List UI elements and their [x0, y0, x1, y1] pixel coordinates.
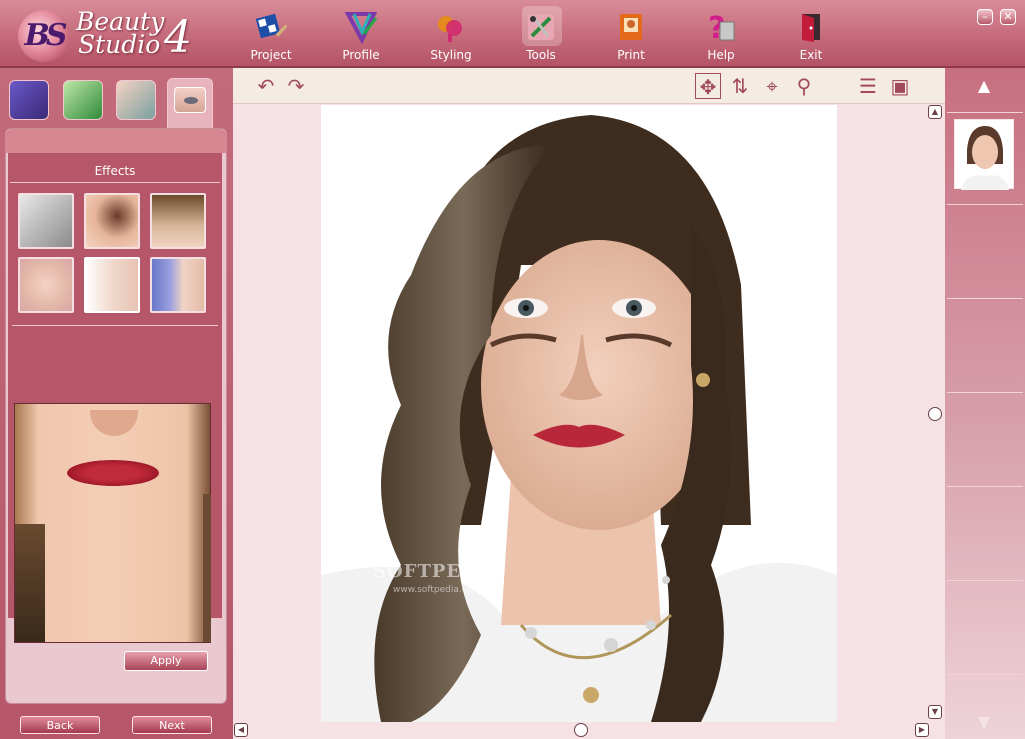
nav-help[interactable]: ? Help	[686, 4, 756, 64]
undo-icon[interactable]: ↶	[253, 73, 279, 99]
history-down-icon[interactable]: ▼	[969, 712, 999, 732]
scroll-right-icon[interactable]: ▶	[915, 723, 929, 737]
brush-icon[interactable]	[63, 80, 103, 120]
next-button[interactable]: Next	[132, 716, 212, 734]
profile-icon	[344, 12, 378, 44]
target-icon[interactable]: ⌖	[759, 73, 785, 99]
styling-icon	[438, 16, 462, 42]
editor-area: ↶ ↷ ✥ ⇅ ⌖ ⚲ ☰ ▣ SOFTPEDIA www.softpedia.…	[233, 68, 945, 739]
nav-project[interactable]: Project	[236, 4, 306, 64]
vertical-scrollbar[interactable]: ▲ ▼	[927, 105, 943, 723]
nav-tools[interactable]: Tools	[506, 4, 576, 64]
nav-profile[interactable]: Profile	[326, 4, 396, 64]
effect-thumb-mosaic[interactable]	[84, 193, 140, 249]
menu-icon[interactable]: ☰	[855, 73, 881, 99]
horizontal-scrollbar[interactable]: ◀ ▶	[233, 722, 929, 738]
divider	[12, 325, 218, 326]
app-logo: BS Beauty Studio 4	[8, 4, 198, 64]
nav-exit[interactable]: Exit	[776, 4, 846, 64]
comb-icon[interactable]	[9, 80, 49, 120]
nav-print[interactable]: Print	[596, 4, 666, 64]
photo-canvas[interactable]: SOFTPEDIA www.softpedia.com	[321, 105, 837, 722]
camera-icon[interactable]: ▣	[887, 73, 913, 99]
effect-thumb-grayscale[interactable]	[18, 193, 74, 249]
editor-toolbar: ↶ ↷ ✥ ⇅ ⌖ ⚲ ☰ ▣	[233, 68, 945, 104]
left-panel: Effects Apply Back Next	[0, 68, 233, 739]
history-up-icon[interactable]: ▲	[969, 76, 999, 96]
history-panel: ▲ ▼	[945, 68, 1025, 739]
apply-button[interactable]: Apply	[124, 651, 208, 671]
scroll-left-icon[interactable]: ◀	[234, 723, 248, 737]
flip-icon[interactable]: ⇅	[727, 73, 753, 99]
move-icon[interactable]: ✥	[695, 73, 721, 99]
lips-shape	[67, 460, 159, 486]
history-thumbnail[interactable]	[954, 119, 1014, 190]
portrait-image	[321, 115, 837, 722]
scroll-down-icon[interactable]: ▼	[928, 705, 942, 719]
tools-icon	[528, 14, 554, 40]
effect-thumb-pattern[interactable]	[150, 257, 206, 313]
vertical-scroll-thumb[interactable]	[928, 407, 942, 421]
effect-thumb-sparkle[interactable]	[150, 193, 206, 249]
zoom-icon[interactable]: ⚲	[791, 73, 817, 99]
logo-version: 4	[164, 12, 192, 63]
effect-thumb-blur[interactable]	[18, 257, 74, 313]
effect-preview-image	[14, 403, 211, 643]
app-header: BS Beauty Studio 4 Project Profile Styli…	[0, 0, 1025, 68]
thumbnail-portrait	[961, 126, 1009, 190]
close-button[interactable]: ✕	[1000, 9, 1016, 25]
eye-icon	[174, 87, 206, 113]
horizontal-scroll-thumb[interactable]	[574, 723, 588, 737]
watermark-main: SOFTPEDIA	[373, 561, 503, 582]
effects-box: Effects	[8, 153, 222, 643]
logo-text: Beauty Studio	[76, 7, 165, 59]
exit-icon	[802, 14, 820, 42]
scroll-up-icon[interactable]: ▲	[928, 105, 942, 119]
back-button[interactable]: Back	[20, 716, 100, 734]
palette-icon[interactable]	[116, 80, 156, 120]
effect-thumb-vignette[interactable]	[84, 257, 140, 313]
effects-panel: Effects Apply	[5, 128, 227, 704]
watermark-sub: www.softpedia.com	[393, 585, 481, 595]
print-icon	[620, 14, 642, 40]
project-icon	[255, 13, 287, 39]
panel-header	[6, 129, 226, 153]
eye-effects-tab[interactable]	[167, 78, 213, 128]
effects-title: Effects	[10, 155, 220, 183]
nav-styling[interactable]: Styling	[416, 4, 486, 64]
logo-mark: BS	[18, 10, 70, 62]
minimize-button[interactable]: –	[977, 9, 993, 25]
redo-icon[interactable]: ↷	[283, 73, 309, 99]
help-icon: ?	[708, 11, 735, 44]
